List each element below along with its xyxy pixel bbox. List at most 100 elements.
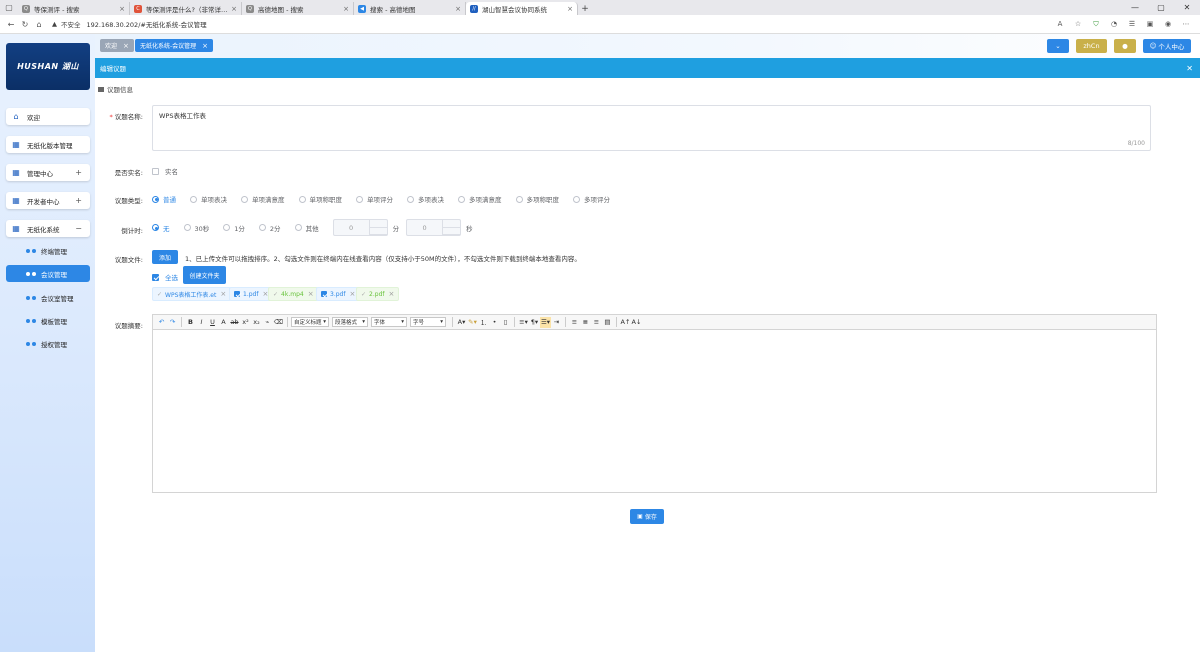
text-direction-icon[interactable]: ⇥: [551, 317, 562, 328]
text-indent-icon[interactable]: A↑: [620, 317, 631, 328]
minimize-icon[interactable]: —: [1122, 0, 1148, 15]
text-outdent-icon[interactable]: A↓: [631, 317, 642, 328]
create-folder-button[interactable]: 创建文件夹: [183, 266, 226, 284]
indent-icon[interactable]: ▯: [500, 317, 511, 328]
countdown-option[interactable]: 无: [152, 223, 170, 233]
url-field[interactable]: ▲ 不安全 192.168.30.202/#无纸化系统-会议管理: [52, 19, 207, 29]
close-icon[interactable]: ×: [231, 5, 237, 13]
home-icon[interactable]: ⌂: [32, 17, 46, 31]
sidebar-subitem[interactable]: 授权管理: [6, 335, 90, 352]
type-option[interactable]: 多项满意度: [458, 194, 502, 204]
countdown-option[interactable]: 1分: [223, 223, 245, 233]
browser-tab[interactable]: ◀ 搜索 - 高德地图 ×: [354, 2, 466, 15]
sidebar-item[interactable]: ▦ 无纸化版本管理: [6, 136, 90, 153]
editor-content-area[interactable]: [153, 330, 1156, 493]
collections-icon[interactable]: ▣: [1144, 18, 1156, 30]
tab-meeting-management[interactable]: 无纸化系统-会议管理 ×: [135, 39, 214, 52]
countdown-option[interactable]: 30秒: [183, 223, 209, 233]
highlight-icon[interactable]: ✎▾: [467, 317, 478, 328]
maximize-icon[interactable]: ▢: [1148, 0, 1174, 15]
close-icon[interactable]: ×: [220, 290, 226, 298]
file-checkbox[interactable]: [234, 291, 240, 297]
reload-icon[interactable]: ↻: [18, 17, 32, 31]
sidebar-subitem[interactable]: 会议管理: [6, 265, 90, 282]
subscript-icon[interactable]: x₂: [251, 317, 262, 328]
file-item[interactable]: 1.pdf ×: [229, 287, 274, 301]
countdown-option[interactable]: 2分: [258, 223, 281, 233]
browser-tab[interactable]: // 湖山智慧会议协同系统 ×: [466, 2, 578, 15]
radio-button[interactable]: [407, 195, 414, 203]
browser-tab[interactable]: Q 高德地图 - 搜索 ×: [242, 2, 354, 15]
row-spacing-icon[interactable]: ≡▾: [518, 317, 529, 328]
type-option[interactable]: 单项满意度: [241, 194, 285, 204]
realname-checkbox[interactable]: [152, 167, 159, 175]
superscript-icon[interactable]: x²: [240, 317, 251, 328]
radio-button[interactable]: [356, 195, 363, 203]
type-option[interactable]: 单项称职度: [298, 194, 342, 204]
close-icon[interactable]: ×: [308, 290, 314, 298]
type-option[interactable]: 单项评分: [356, 194, 393, 204]
save-button[interactable]: ▣ 保存: [630, 509, 664, 524]
radio-button[interactable]: [223, 224, 231, 231]
format-match-icon[interactable]: ⌁: [262, 317, 273, 328]
close-icon[interactable]: ×: [343, 5, 349, 13]
collapse-button[interactable]: ⌄: [1047, 39, 1069, 53]
close-icon[interactable]: ×: [455, 5, 461, 13]
radio-button[interactable]: [294, 224, 302, 231]
close-icon[interactable]: ×: [119, 5, 125, 13]
paragraph-spacing-icon[interactable]: ¶▾: [529, 317, 540, 328]
new-tab-button[interactable]: +: [578, 2, 592, 15]
redo-icon[interactable]: ↷: [167, 317, 178, 328]
tab-welcome[interactable]: 欢迎 ×: [100, 39, 134, 52]
font-color-icon[interactable]: A▾: [456, 317, 467, 328]
bullet-list-icon[interactable]: •: [489, 317, 500, 328]
profile-icon[interactable]: ◉: [1162, 18, 1174, 30]
sidebar-subitem[interactable]: 终端管理: [6, 242, 90, 259]
notification-button[interactable]: ●: [1114, 39, 1136, 53]
expand-icon[interactable]: −: [75, 224, 82, 233]
shield-icon[interactable]: ⛉: [1090, 18, 1102, 30]
radio-button[interactable]: [183, 224, 191, 231]
file-item[interactable]: ✓ 2.pdf ×: [356, 287, 400, 301]
type-option[interactable]: 普通: [152, 194, 176, 204]
seconds-stepper[interactable]: [442, 220, 461, 235]
radio-button[interactable]: [152, 224, 159, 231]
font-size-select[interactable]: 字号 ▾: [410, 317, 446, 327]
radio-button[interactable]: [258, 224, 266, 231]
sidebar-item[interactable]: ▦ 开发者中心 +: [6, 192, 90, 209]
numbered-list-icon[interactable]: ⒈: [478, 317, 489, 328]
close-icon[interactable]: ✕: [1186, 64, 1193, 73]
sidebar-item[interactable]: ⌂ 欢迎: [6, 108, 90, 125]
expand-icon[interactable]: +: [75, 168, 82, 177]
paragraph-select[interactable]: 段落格式 ▾: [332, 317, 368, 327]
browser-tab[interactable]: C 等保测评是什么?（非常详细）零...×: [130, 2, 242, 15]
font-family-select[interactable]: 字体 ▾: [371, 317, 407, 327]
type-option[interactable]: 多项评分: [573, 194, 610, 204]
language-button[interactable]: zhCn: [1076, 39, 1107, 53]
clear-format-icon[interactable]: ⌫: [273, 317, 284, 328]
browser-tab[interactable]: Q 等保测评 - 搜索 ×: [18, 2, 130, 15]
close-icon[interactable]: ×: [123, 42, 129, 50]
sidebar-subitem[interactable]: 模板管理: [6, 312, 90, 329]
bookmark-star-icon[interactable]: ☆: [1072, 18, 1084, 30]
window-menu-icon[interactable]: ▢: [0, 0, 18, 15]
expand-icon[interactable]: +: [75, 196, 82, 205]
more-icon[interactable]: ⋯: [1180, 18, 1192, 30]
sidebar-item[interactable]: ▦ 管理中心 +: [6, 164, 90, 181]
add-file-button[interactable]: 添加: [152, 250, 178, 264]
radio-button[interactable]: [190, 195, 197, 203]
file-item[interactable]: 3.pdf ×: [316, 287, 361, 301]
back-icon[interactable]: ←: [4, 17, 18, 31]
close-window-icon[interactable]: ✕: [1174, 0, 1200, 15]
favorites-icon[interactable]: ☰: [1126, 18, 1138, 30]
sidebar-subitem[interactable]: 会议室管理: [6, 289, 90, 306]
align-left-icon[interactable]: ≡: [569, 317, 580, 328]
user-center-button[interactable]: ☺ 个人中心: [1143, 39, 1191, 53]
sidebar-item[interactable]: ▦ 无纸化系统 −: [6, 220, 90, 237]
file-item[interactable]: ✓ WPS表格工作表.et ×: [152, 287, 232, 301]
select-all-checkbox[interactable]: [152, 273, 159, 281]
minutes-stepper[interactable]: [368, 220, 387, 235]
close-icon[interactable]: ×: [389, 290, 395, 298]
font-border-icon[interactable]: A: [218, 317, 229, 328]
close-icon[interactable]: ×: [567, 5, 573, 13]
